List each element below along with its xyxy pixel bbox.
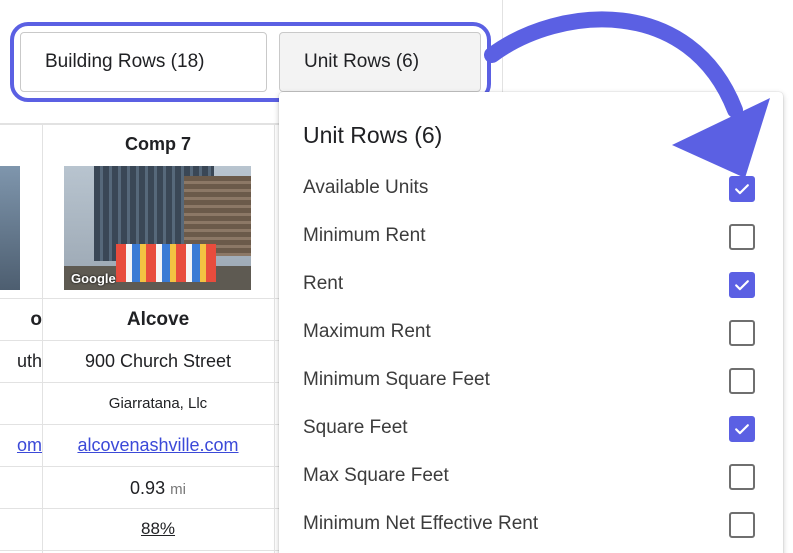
option-checkbox[interactable] [729,368,755,394]
building-rows-button[interactable]: Building Rows (18) [20,32,267,92]
check-icon [735,280,749,291]
option-rent[interactable]: Rent [279,260,783,308]
unit-rows-button[interactable]: Unit Rows (6) [279,32,481,92]
option-checkbox[interactable] [729,320,755,346]
option-checkbox[interactable] [729,176,755,202]
google-watermark: Google [71,271,116,286]
comp-owner: Giarratana, Llc [108,395,208,412]
unit-rows-dropdown: Unit Rows (6) Available Units Minimum Re… [279,92,783,553]
option-label: Max Square Feet [303,465,449,486]
option-minimum-square-feet[interactable]: Minimum Square Feet [279,356,783,404]
option-label: Square Feet [303,417,408,438]
option-minimum-net-effective-rent[interactable]: Minimum Net Effective Rent [279,500,783,548]
option-checkbox[interactable] [729,272,755,298]
comp-website-partial-link[interactable]: om [17,435,42,456]
comp-header: Comp 7 [124,134,191,154]
option-max-square-feet[interactable]: Max Square Feet [279,452,783,500]
option-label: Maximum Rent [303,321,431,342]
partial-column: o uth om [0,124,42,553]
distance-value: 0.93 [130,478,166,498]
comp-occupancy-link[interactable]: 88% [42,519,274,539]
option-label: Available Units [303,177,429,198]
option-label: Minimum Rent [303,225,426,246]
distance-unit: mi [170,481,186,498]
check-icon [735,424,749,435]
comp-address: 900 Church Street [84,351,232,371]
option-available-units[interactable]: Available Units [279,164,783,212]
dropdown-title: Unit Rows (6) [303,122,443,148]
comp-website-link[interactable]: alcovenashville.com [42,435,274,456]
option-checkbox[interactable] [729,224,755,250]
option-square-feet[interactable]: Square Feet [279,404,783,452]
option-label: Rent [303,273,344,294]
comp-address-partial: uth [16,351,42,371]
option-maximum-rent[interactable]: Maximum Rent [279,308,783,356]
comp-name: Alcove [126,309,190,330]
check-icon [735,184,749,195]
comp-distance: 0.93 mi [42,478,274,499]
comp-name-partial: o [30,309,42,330]
option-label: Minimum Net Effective Rent [303,513,539,534]
option-checkbox[interactable] [729,416,755,442]
comp-photo[interactable]: Google [64,166,251,290]
option-minimum-rent[interactable]: Minimum Rent [279,212,783,260]
option-checkbox[interactable] [729,512,755,538]
option-label: Minimum Square Feet [303,369,490,390]
option-checkbox[interactable] [729,464,755,490]
